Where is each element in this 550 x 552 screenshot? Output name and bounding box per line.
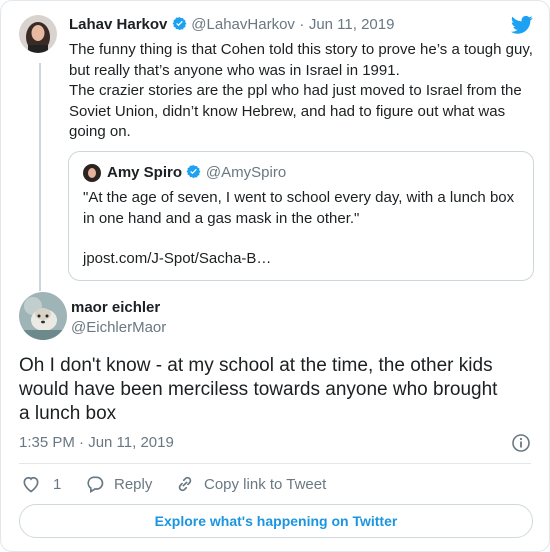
text-line: but really that’s anyone who was in Isra… <box>69 61 400 79</box>
twitter-bird-icon[interactable] <box>511 15 533 35</box>
copy-link-button[interactable]: Copy link to Tweet <box>175 474 326 494</box>
thread-connector-line <box>39 63 41 291</box>
embedded-tweet-card: Lahav Harkov @LahavHarkov · Jun 11, 2019… <box>0 0 550 552</box>
main-author-name[interactable]: maor eichler <box>71 299 160 316</box>
text-line: The funny thing is that Cohen told this … <box>69 41 533 58</box>
author-name[interactable]: Lahav Harkov <box>69 16 167 33</box>
text-line: Soviet Union, didn’t know Hebrew, and ha… <box>69 102 506 120</box>
quoted-link[interactable]: jpost.com/J-Spot/Sacha-B… <box>83 249 271 270</box>
reply-button[interactable]: Reply <box>85 474 152 494</box>
dot-separator: · <box>299 16 305 33</box>
verified-badge-icon <box>187 164 201 179</box>
avatar[interactable] <box>19 292 67 340</box>
reply-icon <box>87 476 104 493</box>
copy-link-label: Copy link to Tweet <box>204 475 327 493</box>
main-author-handle[interactable]: @EichlerMaor <box>71 319 166 336</box>
avatar <box>83 164 101 182</box>
link-icon <box>178 476 192 492</box>
reply-tweet-text: The funny thing is that Cohen told this … <box>69 40 539 143</box>
tweet-timestamp[interactable]: 1:35 PM · Jun 11, 2019 <box>19 434 174 451</box>
author-handle[interactable]: @LahavHarkov <box>191 16 295 33</box>
quoted-tweet-text: "At the age of seven, I went to school e… <box>83 188 523 229</box>
main-tweet-text: Oh I don't know - at my school at the ti… <box>19 354 539 426</box>
text-line: in one hand and a gas mask in the other.… <box>83 209 360 227</box>
quoted-tweet-card[interactable]: Amy Spiro @AmySpiro "At the age of seven… <box>68 151 534 281</box>
avatar-maor-image <box>19 292 67 340</box>
avatar-lahav-image <box>19 15 57 53</box>
avatar[interactable] <box>19 15 57 53</box>
text-line: Oh I don't know - at my school at the ti… <box>19 355 493 376</box>
info-icon[interactable] <box>511 433 531 453</box>
text-line: "At the age of seven, I went to school e… <box>83 189 515 206</box>
reply-label: Reply <box>114 475 153 493</box>
text-line: would have been merciless towards anyone… <box>19 379 498 400</box>
text-line: a lunch box <box>19 403 117 424</box>
reply-tweet-header: Lahav Harkov @LahavHarkov · Jun 11, 2019 <box>69 16 394 34</box>
explore-twitter-button[interactable]: Explore what's happening on Twitter <box>19 504 533 538</box>
verified-badge-icon <box>172 16 187 31</box>
tweet-date[interactable]: Jun 11, 2019 <box>309 16 395 33</box>
like-button[interactable]: 1 <box>21 474 61 494</box>
text-line: going on. <box>69 123 131 140</box>
avatar-amy-image <box>83 164 101 182</box>
divider <box>19 463 531 464</box>
heart-icon <box>23 476 39 493</box>
text-line: The crazier stories are the ppl who had … <box>69 82 522 99</box>
like-count: 1 <box>53 475 62 493</box>
quoted-tweet-header: Amy Spiro @AmySpiro <box>107 164 286 182</box>
quoted-author-name: Amy Spiro <box>107 164 183 181</box>
quoted-author-handle: @AmySpiro <box>205 164 287 181</box>
